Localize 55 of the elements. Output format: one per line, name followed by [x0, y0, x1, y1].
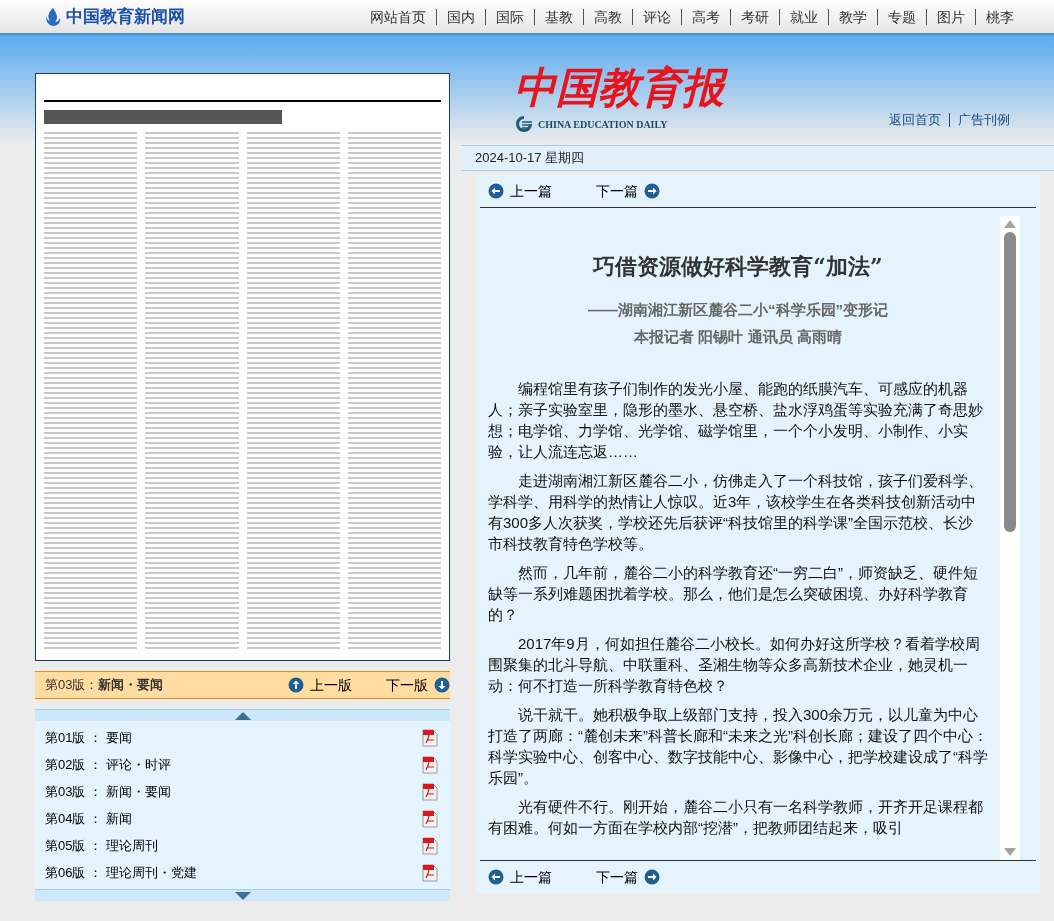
article-byline: 本报记者 阳锡叶 通讯员 高雨晴: [634, 326, 842, 347]
pdf-file-icon[interactable]: [422, 782, 438, 801]
nav-link[interactable]: 考研: [730, 8, 779, 25]
nav-link[interactable]: 基教: [534, 8, 583, 25]
article-paragraph: 光有硬件不行。刚开始，麓谷二小只有一名科学教师，开齐开足课程都有困难。何如一方面在学校内部“挖潜”，把教师团结起来，吸引: [488, 797, 984, 838]
nav-link[interactable]: 评论: [632, 8, 681, 25]
nav-link[interactable]: 高教: [583, 8, 632, 25]
next-article-link[interactable]: 下一篇: [596, 180, 660, 202]
pdf-file-icon[interactable]: [422, 809, 438, 828]
nav-link[interactable]: 国际: [485, 8, 534, 25]
pdf-file-icon[interactable]: [422, 863, 438, 882]
scroll-up-icon[interactable]: [1004, 220, 1016, 228]
flame-logo-icon: [44, 6, 62, 27]
nav-link[interactable]: 网站首页: [360, 8, 436, 25]
emblem-icon: [514, 115, 534, 133]
edition-link[interactable]: 第02版 ： 评论・时评: [45, 754, 171, 775]
next-article-link[interactable]: 下一篇: [596, 866, 660, 888]
previous-edition-link[interactable]: 上一版: [288, 674, 352, 696]
pdf-file-icon[interactable]: [422, 755, 438, 774]
nav-link[interactable]: 就业: [779, 8, 828, 25]
date-text: 2024-10-17 星期四: [475, 149, 585, 168]
pdf-file-icon[interactable]: [422, 728, 438, 747]
edition-link[interactable]: 第03版 ： 新闻・要闻: [45, 781, 171, 802]
scroll-down-icon[interactable]: [1004, 848, 1016, 856]
current-edition-name: 新闻・要闻: [98, 676, 164, 695]
article-paragraph: 编程馆里有孩子们制作的发光小屋、能跑的纸膜汽车、可感应的机器人；亲子实验室里，隐形的墨水、悬空桥、盐水浮鸡蛋等实验充满了奇思妙想；电学馆、力学馆、光学馆、磁学馆里，一个个小发明、小制作、小实验，让人流连忘返……: [488, 379, 984, 462]
scroll-up-icon[interactable]: [234, 711, 251, 720]
nav-link[interactable]: 桃李: [975, 8, 1024, 25]
nav-link[interactable]: 图片: [926, 8, 975, 25]
current-edition-label: 第03版：: [45, 676, 99, 695]
scrollbar[interactable]: [1000, 216, 1020, 860]
header-link[interactable]: 返回首页: [881, 113, 949, 127]
previous-article-link[interactable]: 上一篇: [488, 866, 552, 888]
article-title: 巧借资源做好科学教育“加法”: [593, 252, 883, 281]
article-paragraph: 说干就干。她积极争取上级部门支持，投入300余万元，以儿童为中心打造了两廊：“麓创未来”科普长廊和“未来之光”科创长廊；建设了四个中心：科学实验中心、创客中心、数字技能中心、影像中心，把学校建设成了“科学乐园”。: [488, 705, 988, 788]
article-paragraph: 然而，几年前，麓谷二小的科学教育还“一穷二白”，师资缺乏、硬件短缺等一系列难题困扰着学校。那么，他们是怎么突破困境、办好科学教育的？: [488, 563, 979, 625]
edition-link[interactable]: 第01版 ： 要闻: [45, 727, 132, 748]
nav-link[interactable]: 高考: [681, 8, 730, 25]
article-paragraph: 走进湖南湘江新区麓谷二小，仿佛走入了一个科技馆，孩子们爱科学、学科学、用科学的热情让人惊叹。近3年，该校学生在各类科技创新活动中有300多人次获奖，学校还先后获评“科技馆里的科学课”全国示范校、长沙市科技教育特色学校等。: [488, 471, 984, 554]
nav-link[interactable]: 国内: [436, 8, 485, 25]
article-paragraph: 2017年9月，何如担任麓谷二小校长。如何办好这所学校？看着学校周围聚集的北斗导航、中联重科、圣湘生物等众多高新技术企业，她灵机一动：何不打造一所科学教育特色校？: [488, 634, 981, 696]
next-edition-link[interactable]: 下一版: [386, 674, 450, 696]
pdf-file-icon[interactable]: [422, 836, 438, 855]
scroll-down-icon[interactable]: [234, 891, 251, 900]
previous-article-link[interactable]: 上一篇: [488, 180, 552, 202]
edition-link[interactable]: 第05版 ： 理论周刊: [45, 835, 158, 856]
edition-link[interactable]: 第04版 ： 新闻: [45, 808, 132, 829]
edition-link[interactable]: 第06版 ： 理论周刊・党建: [45, 862, 197, 883]
header-link[interactable]: 广告刊例: [949, 113, 1018, 127]
article-subtitle: ——湖南湘江新区麓谷二小“科学乐园”变形记: [588, 300, 888, 320]
newspaper-page-placeholder[interactable]: [35, 73, 450, 661]
site-name[interactable]: 中国教育新闻网: [66, 3, 185, 30]
masthead-english: CHINA EDUCATION DAILY: [538, 117, 668, 132]
nav-link[interactable]: 教学: [828, 8, 877, 25]
nav-link[interactable]: 专题: [877, 8, 926, 25]
